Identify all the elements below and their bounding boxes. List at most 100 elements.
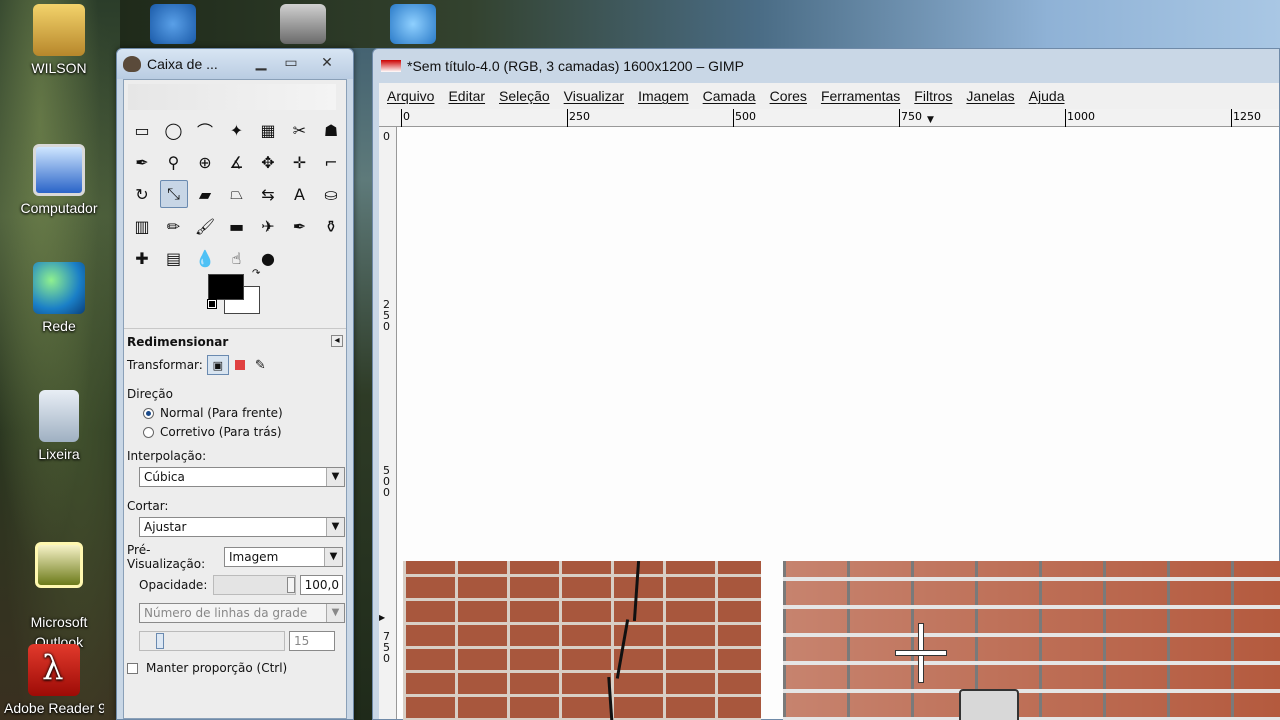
eraser-icon[interactable]: ▬ — [223, 212, 251, 240]
transform-path-icon[interactable]: ✎ — [255, 358, 266, 373]
perspective-icon[interactable]: ⏢ — [223, 180, 251, 208]
brick-layer-left[interactable] — [403, 560, 761, 720]
menu-item-janelas[interactable]: Janelas — [966, 88, 1014, 104]
paths-icon[interactable]: ✒ — [128, 148, 156, 176]
ruler-tick — [733, 109, 734, 127]
gimp-icon — [123, 56, 141, 72]
interpolation-value: Cúbica — [144, 470, 185, 484]
desktop-icon-network[interactable]: Rede — [9, 262, 109, 334]
align-icon[interactable]: ✛ — [286, 148, 314, 176]
scale-icon[interactable]: ⤡ — [159, 180, 188, 208]
zoom-icon[interactable]: ⊕ — [191, 148, 219, 176]
swap-colors-icon[interactable]: ↷ — [252, 268, 260, 279]
rotate-icon[interactable]: ↻ — [128, 180, 156, 208]
opacity-slider-handle[interactable] — [286, 577, 295, 593]
menu-item-editar[interactable]: Editar — [448, 88, 485, 104]
heal-icon[interactable]: ✚ — [128, 244, 156, 272]
keep-aspect-checkbox[interactable]: Manter proporção (Ctrl) — [127, 661, 343, 675]
menu-item-visualizar[interactable]: Visualizar — [564, 88, 624, 104]
perspective-clone-icon[interactable]: ▤ — [160, 244, 188, 272]
network-app-icon[interactable] — [390, 4, 436, 44]
close-button[interactable]: ✕ — [307, 55, 347, 73]
color-picker-icon[interactable]: ⚲ — [160, 148, 188, 176]
default-colors-icon[interactable] — [207, 299, 217, 309]
move-cursor-icon — [895, 623, 947, 683]
desktop-icon-adobe[interactable]: Adobe Reader 9 — [4, 644, 104, 720]
move-icon[interactable]: ✥ — [254, 148, 282, 176]
horizontal-ruler[interactable]: 0 250 500 750 1000 1250 ▼ — [379, 109, 1279, 127]
pointer-position-marker-icon: ▶ — [379, 613, 386, 622]
desktop-icon-trash[interactable]: Lixeira — [9, 390, 109, 462]
scissors-icon[interactable]: ✂ — [286, 116, 314, 144]
chevron-down-icon: ▼ — [326, 468, 344, 486]
bucket-fill-icon[interactable]: ⛀ — [317, 180, 345, 208]
canvas-area[interactable]: 0 250 500 750 1000 1250 ▼ 0 250 500 750 … — [379, 109, 1280, 720]
interpolation-select[interactable]: Cúbica ▼ — [139, 467, 345, 487]
grid-count-slider[interactable] — [139, 631, 285, 651]
shear-icon[interactable]: ▰ — [191, 180, 219, 208]
blend-icon[interactable]: ▥ — [128, 212, 156, 240]
grid-count-slider-handle[interactable] — [156, 633, 164, 649]
direction-corrective-radio[interactable]: Corretivo (Para trás) — [127, 425, 343, 439]
smudge-icon[interactable]: ☝ — [223, 244, 251, 272]
vertical-ruler[interactable]: 0 250 500 750 ▶ — [379, 127, 397, 719]
fuzzy-select-icon[interactable]: ✦ — [223, 116, 251, 144]
measure-icon[interactable]: ∡ — [223, 148, 251, 176]
flip-icon[interactable]: ⇆ — [254, 180, 282, 208]
ink-icon[interactable]: ✒ — [286, 212, 314, 240]
menu-item-arquivo[interactable]: Arquivo — [387, 88, 434, 104]
rect-select-icon[interactable]: ▭ — [128, 116, 156, 144]
airbrush-icon[interactable]: ✈ — [254, 212, 282, 240]
radio-off-icon — [143, 426, 154, 438]
transform-layer-icon[interactable]: ▣ — [206, 355, 229, 375]
toolbox-window: Caixa de ... ▁ ▭ ✕ ▭ ◯ ⌒ ✦ ▦ ✂ ☗ ✒ ⚲ ⊕ ∡ ✥ ✛ ⌐ ↻ ⤡ ▰ ⏢ ⇆ A ⛀… — [116, 48, 354, 720]
preview-select[interactable]: Imagem ▼ — [223, 547, 343, 567]
brick-layer-right[interactable] — [783, 561, 1280, 720]
grid-count-spinner[interactable]: 15 — [289, 631, 335, 651]
paintbrush-icon[interactable]: 🖌 — [191, 212, 219, 240]
menu-item-cores[interactable]: Cores — [770, 88, 807, 104]
wilber-drop-area[interactable] — [128, 84, 336, 110]
direction-normal-radio[interactable]: Normal (Para frente) — [127, 406, 343, 420]
maximize-button[interactable]: ▭ — [277, 55, 305, 73]
image-window-titlebar[interactable]: *Sem título-4.0 (RGB, 3 camadas) 1600x12… — [373, 49, 1279, 83]
chevron-down-icon: ▼ — [326, 604, 344, 622]
toolbox-titlebar[interactable]: Caixa de ... ▁ ▭ ✕ — [117, 49, 353, 79]
menu-item-ajuda[interactable]: Ajuda — [1029, 88, 1065, 104]
pencil-icon[interactable]: ✏ — [160, 212, 188, 240]
desktop-icon-computer[interactable]: Computador — [9, 144, 109, 216]
opacity-slider[interactable] — [213, 575, 296, 595]
crop-icon[interactable]: ⌐ — [317, 148, 345, 176]
opacity-spinner[interactable]: 100,0 — [299, 575, 343, 595]
panel-menu-icon[interactable]: ◂ — [331, 335, 343, 347]
color-select-icon[interactable]: ▦ — [254, 116, 282, 144]
menu-item-imagem[interactable]: Imagem — [638, 88, 689, 104]
minimize-button[interactable]: ▁ — [247, 55, 275, 73]
blur-icon[interactable]: 💧 — [191, 244, 219, 272]
opacity-row: Opacidade: 100,0 — [127, 575, 343, 595]
menu-item-camada[interactable]: Camada — [703, 88, 756, 104]
text-icon[interactable]: A — [286, 180, 314, 208]
transform-selection-icon[interactable] — [234, 360, 245, 370]
direction-normal-label: Normal (Para frente) — [160, 406, 283, 420]
menu-item-seleção[interactable]: Seleção — [499, 88, 550, 104]
clone-icon[interactable]: ⚱ — [317, 212, 345, 240]
desktop-icon-wilson[interactable]: WILSON — [9, 4, 109, 76]
foreground-select-icon[interactable]: ☗ — [317, 116, 345, 144]
server-app-icon[interactable] — [280, 4, 326, 44]
ellipse-select-icon[interactable]: ◯ — [160, 116, 188, 144]
network-icon — [33, 262, 85, 314]
checkbox-icon — [127, 662, 138, 674]
grid-lines-select[interactable]: Número de linhas da grade ▼ — [139, 603, 345, 623]
foreground-color-swatch[interactable] — [208, 274, 244, 300]
gimp-icon — [381, 60, 401, 72]
preview-label: Pré-Visualização: — [127, 543, 206, 571]
menu-item-filtros[interactable]: Filtros — [914, 88, 952, 104]
menu-item-ferramentas[interactable]: Ferramentas — [821, 88, 900, 104]
color-area[interactable]: ↷ — [207, 268, 264, 318]
bird-app-icon[interactable] — [150, 4, 196, 44]
keep-aspect-label: Manter proporção (Ctrl) — [146, 661, 288, 675]
menu-bar: Arquivo Editar Seleção Visualizar Imagem Cama… — [379, 83, 1279, 109]
free-select-icon[interactable]: ⌒ — [191, 116, 219, 144]
clipping-select[interactable]: Ajustar ▼ — [139, 517, 345, 537]
